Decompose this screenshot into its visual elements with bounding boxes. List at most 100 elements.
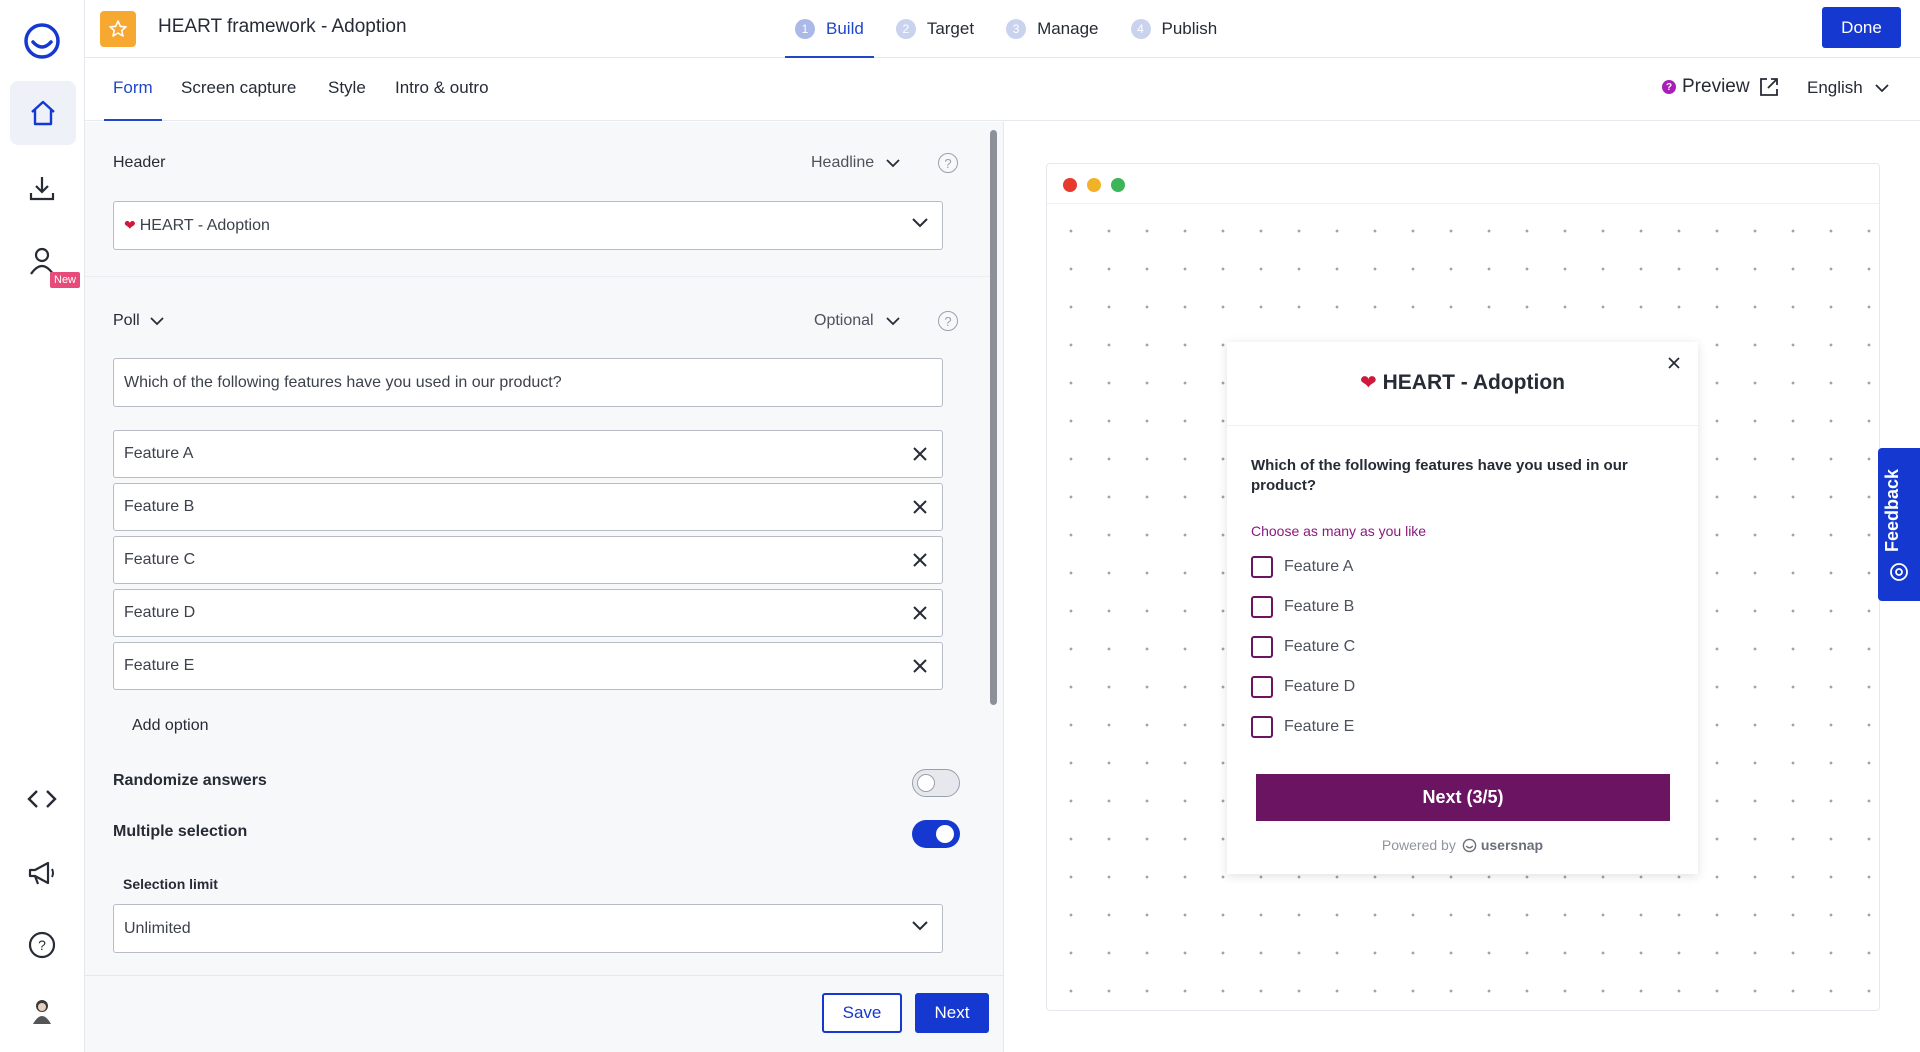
step-number: 2 xyxy=(895,19,916,39)
checkbox[interactable] xyxy=(1251,556,1273,578)
step-label: Manage xyxy=(1037,19,1099,38)
option-label: Feature A xyxy=(1284,558,1354,575)
help-icon[interactable]: ? xyxy=(938,153,958,173)
avatar[interactable] xyxy=(21,990,63,1032)
widget-hint: Choose as many as you like xyxy=(1251,523,1427,539)
poll-label: Poll xyxy=(113,312,140,329)
left-rail: New ? xyxy=(0,0,85,1052)
step-target[interactable]: 2 Target xyxy=(886,0,984,58)
browser-chrome xyxy=(1047,164,1879,204)
download-icon[interactable] xyxy=(21,167,63,209)
form-editor: Header Headline ? ❤ HEART - Adoption Pol… xyxy=(85,122,1003,1052)
step-build[interactable]: 1 Build xyxy=(785,0,874,58)
chevron-down-icon xyxy=(885,316,900,325)
option-text: Feature A xyxy=(124,445,194,462)
close-icon[interactable] xyxy=(912,658,928,674)
widget-title: ❤ HEART - Adoption xyxy=(1227,370,1698,395)
tab-form[interactable]: Form xyxy=(104,58,162,121)
preview-label: Preview xyxy=(1682,76,1750,97)
help-icon[interactable]: ? xyxy=(938,311,958,331)
next-button[interactable]: Next xyxy=(915,993,989,1033)
save-button[interactable]: Save xyxy=(822,993,902,1033)
randomize-label: Randomize answers xyxy=(113,772,267,789)
feedback-tab[interactable]: Feedback xyxy=(1878,448,1920,601)
close-icon[interactable] xyxy=(912,605,928,621)
option-label: Feature E xyxy=(1284,718,1355,735)
tab-intro-outro[interactable]: Intro & outro xyxy=(395,58,489,121)
option-label: Feature C xyxy=(1284,638,1356,655)
code-icon[interactable] xyxy=(21,778,63,820)
preview-link[interactable]: ? Preview xyxy=(1662,76,1780,98)
chevron-down-icon xyxy=(912,218,928,228)
widget-title-text: HEART - Adoption xyxy=(1382,371,1565,394)
option-field[interactable]: Feature C xyxy=(113,536,943,584)
checkbox[interactable] xyxy=(1251,676,1273,698)
feedback-widget: ❤ HEART - Adoption Which of the followin… xyxy=(1227,342,1698,874)
tab-style[interactable]: Style xyxy=(328,58,366,121)
step-number: 1 xyxy=(795,19,815,39)
option-field[interactable]: Feature D xyxy=(113,589,943,637)
option-text: Feature D xyxy=(124,604,196,621)
heart-icon: ❤ xyxy=(124,217,136,233)
step-label: Build xyxy=(826,19,864,38)
header-type-select[interactable]: Headline xyxy=(811,154,900,172)
step-manage[interactable]: 3 Manage xyxy=(996,0,1108,58)
close-icon[interactable] xyxy=(1667,356,1681,370)
close-icon[interactable] xyxy=(912,552,928,568)
usersnap-logo-icon xyxy=(1462,838,1477,852)
selection-limit-select[interactable]: Unlimited xyxy=(113,904,943,953)
header-type-value: Headline xyxy=(811,154,875,171)
selection-limit-value: Unlimited xyxy=(124,919,191,937)
question-text: Which of the following features have you… xyxy=(124,373,562,391)
close-icon[interactable] xyxy=(912,446,928,462)
help-icon[interactable]: ? xyxy=(21,924,63,966)
widget-option[interactable]: Feature A xyxy=(1251,556,1353,578)
chevron-down-icon xyxy=(886,158,900,167)
stepper: 1 Build 2 Target 3 Manage 4 Publish xyxy=(785,0,1239,58)
step-publish[interactable]: 4 Publish xyxy=(1121,0,1228,58)
footer-divider xyxy=(85,975,1003,976)
option-field[interactable]: Feature E xyxy=(113,642,943,690)
header-value: HEART - Adoption xyxy=(139,216,270,234)
usersnap-logo-icon[interactable] xyxy=(21,20,63,62)
header-field[interactable]: ❤ HEART - Adoption xyxy=(113,201,943,250)
widget-option[interactable]: Feature D xyxy=(1251,676,1355,698)
new-badge: New xyxy=(50,272,81,288)
close-icon[interactable] xyxy=(912,499,928,515)
widget-next-button[interactable]: Next (3/5) xyxy=(1256,774,1670,821)
multiple-selection-toggle[interactable] xyxy=(912,820,960,848)
heart-icon: ❤ xyxy=(1360,372,1377,394)
option-label: Feature D xyxy=(1284,678,1356,695)
star-icon[interactable] xyxy=(100,11,136,47)
checkbox[interactable] xyxy=(1251,716,1273,738)
randomize-toggle[interactable] xyxy=(912,769,960,797)
option-field[interactable]: Feature B xyxy=(113,483,943,531)
toggle-knob xyxy=(936,825,954,843)
megaphone-icon[interactable] xyxy=(21,852,63,894)
widget-option[interactable]: Feature C xyxy=(1251,636,1355,658)
poll-required-select[interactable]: Optional xyxy=(814,312,900,330)
widget-option[interactable]: Feature B xyxy=(1251,596,1354,618)
option-field[interactable]: Feature A xyxy=(113,430,943,478)
toggle-knob xyxy=(917,774,935,792)
checkbox[interactable] xyxy=(1251,596,1273,618)
svg-text:?: ? xyxy=(38,937,46,953)
question-input[interactable]: Which of the following features have you… xyxy=(113,358,943,407)
widget-question: Which of the following features have you… xyxy=(1251,457,1628,494)
tab-screen-capture[interactable]: Screen capture xyxy=(181,58,296,121)
checkbox[interactable] xyxy=(1251,636,1273,658)
chevron-down-icon xyxy=(912,921,928,931)
brand-name: usersnap xyxy=(1480,837,1544,853)
poll-type-select[interactable]: Poll xyxy=(113,312,164,330)
scrollbar[interactable] xyxy=(990,130,997,705)
preview-help-icon: ? xyxy=(1662,80,1676,94)
powered-by[interactable]: Powered by usersnap xyxy=(1227,837,1698,853)
widget-option[interactable]: Feature E xyxy=(1251,716,1354,738)
done-button[interactable]: Done xyxy=(1822,7,1901,48)
top-bar: HEART framework - Adoption 1 Build 2 Targe… xyxy=(85,0,1920,58)
option-text: Feature B xyxy=(124,498,195,515)
language-select[interactable]: English xyxy=(1807,78,1889,98)
add-option-button[interactable]: Add option xyxy=(132,717,209,735)
home-icon[interactable] xyxy=(10,81,76,145)
powered-by-text: Powered by xyxy=(1381,837,1456,853)
